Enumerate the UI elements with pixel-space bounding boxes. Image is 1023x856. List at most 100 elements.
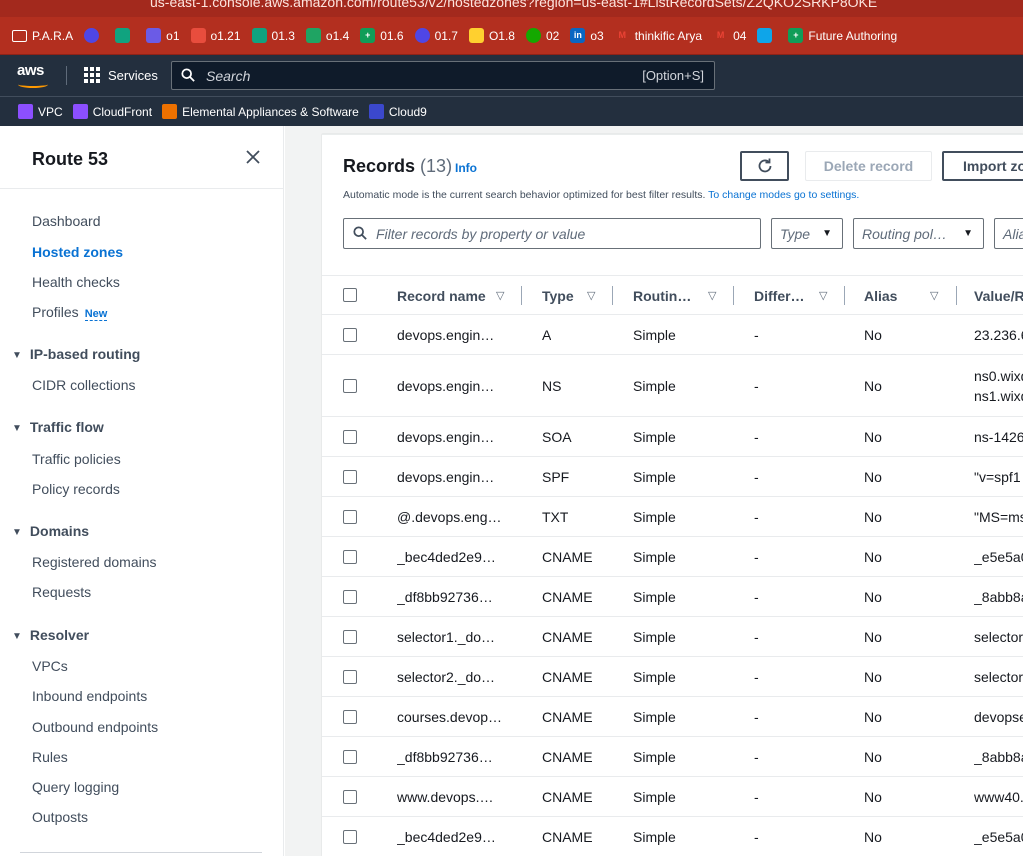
close-icon[interactable] <box>244 148 262 166</box>
filter-records-input[interactable] <box>376 224 746 244</box>
favorite-item[interactable]: CloudFront <box>72 104 152 119</box>
row-checkbox[interactable] <box>343 830 357 844</box>
sidebar-item-outbound-endpoints[interactable]: Outbound endpoints <box>32 719 158 735</box>
sort-icon[interactable]: ▽ <box>496 289 504 302</box>
row-checkbox[interactable] <box>343 710 357 724</box>
select-all-checkbox[interactable] <box>343 288 357 302</box>
alias-filter-dropdown[interactable]: Alias <box>994 218 1023 249</box>
table-row[interactable]: _bec4ded2e9… CNAME Simple - No _e5e5a0c3.acm-… <box>322 817 1023 856</box>
bookmark-item[interactable]: P.A.R.A <box>12 29 73 43</box>
aws-search-box[interactable]: [Option+S] <box>171 61 715 90</box>
alias-cell: No <box>864 789 882 805</box>
favorite-item[interactable]: VPC <box>18 104 63 119</box>
bookmark-item[interactable]: o1.21 <box>190 28 241 43</box>
col-alias[interactable]: Alias <box>864 288 897 304</box>
info-link[interactable]: Info <box>455 161 477 175</box>
table-row[interactable]: devops.engin… SPF Simple - No "v=spf1 include… <box>322 457 1023 497</box>
sidebar-item-traffic-policies[interactable]: Traffic policies <box>32 451 121 467</box>
col-resizer[interactable] <box>521 286 522 305</box>
type-filter-dropdown[interactable]: Type ▼ <box>771 218 843 249</box>
bookmark-item[interactable] <box>115 28 135 43</box>
row-checkbox[interactable] <box>343 328 357 342</box>
sidebar-item-cidr-collections[interactable]: CIDR collections <box>32 377 135 393</box>
col-routing[interactable]: Routin… <box>633 288 691 304</box>
row-checkbox[interactable] <box>343 550 357 564</box>
sidebar-item-outposts[interactable]: Outposts <box>32 809 88 825</box>
bookmark-item[interactable]: + Future Authoring <box>788 28 897 43</box>
col-resizer[interactable] <box>612 286 613 305</box>
services-button[interactable]: Services <box>84 67 158 83</box>
row-checkbox[interactable] <box>343 379 357 393</box>
section-ip-based-routing[interactable]: ▼ IP-based routing <box>12 346 140 362</box>
row-checkbox[interactable] <box>343 470 357 484</box>
sort-icon[interactable]: ▽ <box>819 289 827 302</box>
bookmark-item[interactable]: +01.6 <box>360 28 404 43</box>
row-checkbox[interactable] <box>343 510 357 524</box>
bookmark-item[interactable]: M 04 <box>713 28 747 43</box>
aws-logo[interactable]: aws <box>17 62 48 88</box>
settings-link[interactable]: To change modes go to settings. <box>708 189 859 201</box>
table-row[interactable]: selector1._do… CNAME Simple - No selector1-de… <box>322 617 1023 657</box>
bookmark-item[interactable]: O1.8 <box>468 28 515 43</box>
row-checkbox[interactable] <box>343 430 357 444</box>
table-row[interactable]: devops.engin…NSSimple-Nons0.wixdns.net.n… <box>322 355 1023 417</box>
sidebar-item-dashboard[interactable]: Dashboard <box>32 213 101 229</box>
bookmark-item[interactable]: 01.7 <box>414 28 458 43</box>
bookmark-item[interactable]: o1 <box>146 28 180 43</box>
sidebar-item-registered-domains[interactable]: Registered domains <box>32 554 157 570</box>
col-type[interactable]: Type <box>542 288 574 304</box>
row-checkbox[interactable] <box>343 790 357 804</box>
bookmark-item[interactable]: 01.3 <box>251 28 295 43</box>
row-checkbox[interactable] <box>343 670 357 684</box>
refresh-button[interactable] <box>740 151 789 181</box>
sidebar-item-hosted-zones[interactable]: Hosted zones <box>32 244 123 260</box>
table-row[interactable]: _df8bb92736… CNAME Simple - No _8abb8a1c.acm-… <box>322 577 1023 617</box>
col-resizer[interactable] <box>733 286 734 305</box>
sidebar-item-requests[interactable]: Requests <box>32 584 91 600</box>
bookmark-item[interactable]: Mthinkific Arya <box>615 28 702 43</box>
url-text[interactable]: us-east-1.console.aws.amazon.com/route53… <box>150 0 877 10</box>
section-resolver[interactable]: ▼ Resolver <box>12 627 89 643</box>
sort-icon[interactable]: ▽ <box>930 289 938 302</box>
favorite-item[interactable]: Cloud9 <box>368 104 427 119</box>
table-row[interactable]: courses.devop… CNAME Simple - No devopsengine… <box>322 697 1023 737</box>
table-row[interactable]: _df8bb92736… CNAME Simple - No _8abb8a1c.acm-… <box>322 737 1023 777</box>
sidebar-item-rules[interactable]: Rules <box>32 749 68 765</box>
col-differentiator[interactable]: Differ… <box>754 288 805 304</box>
bookmark-item[interactable]: 02 <box>525 28 559 43</box>
bookmark-item[interactable]: o1.4 <box>305 28 349 43</box>
col-value[interactable]: Value/Route traffic to <box>974 288 1023 304</box>
import-zone-file-button[interactable]: Import zone file <box>942 151 1023 181</box>
bookmark-item[interactable] <box>757 28 777 43</box>
row-checkbox[interactable] <box>343 590 357 604</box>
table-row[interactable]: _bec4ded2e9… CNAME Simple - No _e5e5a0c3.acm-… <box>322 537 1023 577</box>
table-row[interactable]: devops.engin… A Simple - No 23.236.62.147 <box>322 315 1023 355</box>
aws-search-input[interactable] <box>206 66 586 86</box>
routing-policy-dropdown[interactable]: Routing pol… ▼ <box>853 218 984 249</box>
sidebar-item-policy-records[interactable]: Policy records <box>32 481 120 497</box>
row-checkbox[interactable] <box>343 750 357 764</box>
browser-url-bar[interactable]: us-east-1.console.aws.amazon.com/route53… <box>0 0 1023 17</box>
delete-record-button[interactable]: Delete record <box>805 151 932 181</box>
sidebar-item-health-checks[interactable]: Health checks <box>32 274 120 290</box>
bookmark-item[interactable] <box>84 28 104 43</box>
table-row[interactable]: devops.engin… SOA Simple - No ns-1426.awsdns-… <box>322 417 1023 457</box>
table-row[interactable]: www.devops.… CNAME Simple - No www40.wixdns.n… <box>322 777 1023 817</box>
sidebar-item-vpcs[interactable]: VPCs <box>32 658 68 674</box>
table-row[interactable]: @.devops.eng… TXT Simple - No "MS=ms12345678" <box>322 497 1023 537</box>
table-row[interactable]: selector2._do… CNAME Simple - No selector2-de… <box>322 657 1023 697</box>
filter-box[interactable] <box>343 218 761 249</box>
sidebar-item-inbound-endpoints[interactable]: Inbound endpoints <box>32 688 147 704</box>
sort-icon[interactable]: ▽ <box>708 289 716 302</box>
row-checkbox[interactable] <box>343 630 357 644</box>
sidebar-item-query-logging[interactable]: Query logging <box>32 779 119 795</box>
col-resizer[interactable] <box>844 286 845 305</box>
col-record-name[interactable]: Record name <box>397 288 486 304</box>
section-traffic-flow[interactable]: ▼ Traffic flow <box>12 419 104 435</box>
bookmark-item[interactable]: in o3 <box>570 28 604 43</box>
sidebar-item-profiles[interactable]: Profiles New <box>32 304 108 321</box>
col-resizer[interactable] <box>956 286 957 305</box>
favorite-item[interactable]: Elemental Appliances & Software <box>162 104 359 119</box>
sort-icon[interactable]: ▽ <box>587 289 595 302</box>
section-domains[interactable]: ▼ Domains <box>12 523 89 539</box>
